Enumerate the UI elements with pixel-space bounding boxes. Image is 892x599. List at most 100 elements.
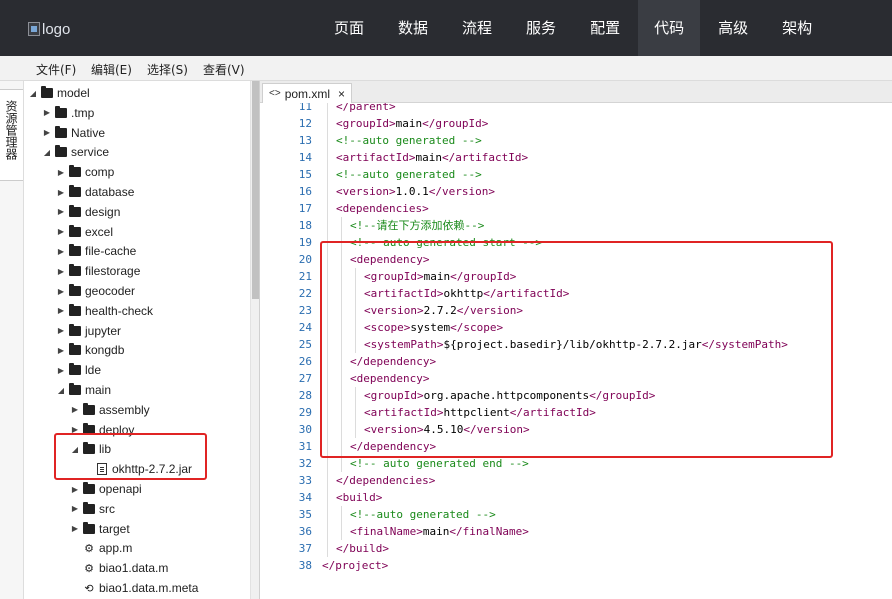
menu-view[interactable]: 查看(V) xyxy=(203,61,245,78)
collapse-right-icon[interactable]: ▶ xyxy=(70,504,80,514)
tree-item[interactable]: ▶ Native xyxy=(24,123,250,143)
tab-label: pom.xml xyxy=(284,86,331,101)
code-line: 36 <finalName>main</finalName> xyxy=(260,523,892,540)
tree-item[interactable]: ▶ design xyxy=(24,202,250,222)
menu-select[interactable]: 选择(S) xyxy=(147,61,188,78)
collapse-right-icon[interactable]: ▶ xyxy=(42,108,52,118)
side-tab-bar: 资源管理器 xyxy=(0,81,24,599)
tree-item[interactable]: ▶ lde xyxy=(24,360,250,380)
collapse-right-icon[interactable]: ▶ xyxy=(56,207,66,217)
indent-guide xyxy=(327,472,328,489)
nav-item-4[interactable]: 配置 xyxy=(574,0,636,56)
collapse-right-icon[interactable]: ▶ xyxy=(70,405,80,415)
logo[interactable]: logo xyxy=(28,20,70,38)
code-line: 34 <build> xyxy=(260,489,892,506)
tree-item[interactable]: ◢ main xyxy=(24,380,250,400)
code-text: <groupId>main</groupId> xyxy=(336,115,488,132)
line-number: 21 xyxy=(298,270,312,283)
tree-item[interactable]: ⚙ app.m xyxy=(24,538,250,558)
indent-guide xyxy=(327,523,328,540)
tree-item[interactable]: ◢ service xyxy=(24,142,250,162)
nav-item-6[interactable]: 高级 xyxy=(702,0,764,56)
collapse-right-icon[interactable]: ▶ xyxy=(56,326,66,336)
code-line: 11 </parent> xyxy=(260,103,892,115)
nav-item-2[interactable]: 流程 xyxy=(446,0,508,56)
code-text: <!--auto generated --> xyxy=(336,166,482,183)
nav-item-5[interactable]: 代码 xyxy=(638,0,701,56)
tree-item[interactable]: ▶ filestorage xyxy=(24,261,250,281)
collapse-right-icon[interactable]: ▶ xyxy=(56,306,66,316)
nav-item-3[interactable]: 服务 xyxy=(510,0,572,56)
tree-item-label: database xyxy=(85,185,135,199)
nav-item-0[interactable]: 页面 xyxy=(318,0,380,56)
collapse-right-icon[interactable]: ▶ xyxy=(56,365,66,375)
indent-guide xyxy=(327,183,328,200)
tree-scrollbar[interactable] xyxy=(250,81,259,599)
tree-item[interactable]: ▶ assembly xyxy=(24,400,250,420)
code-icon: <> xyxy=(269,88,281,99)
folder-icon xyxy=(41,86,53,98)
tree-item[interactable]: ▶ openapi xyxy=(24,479,250,499)
tree-item[interactable]: ▶ database xyxy=(24,182,250,202)
tree-item[interactable]: ▶ health-check xyxy=(24,301,250,321)
code-line: 33 </dependencies> xyxy=(260,472,892,489)
collapse-right-icon[interactable]: ▶ xyxy=(56,286,66,296)
tree-scrollbar-thumb[interactable] xyxy=(252,81,259,299)
collapse-right-icon[interactable]: ▶ xyxy=(56,167,66,177)
tree-item[interactable]: ▶ file-cache xyxy=(24,241,250,261)
folder-icon xyxy=(69,363,81,376)
collapse-right-icon[interactable]: ▶ xyxy=(70,524,80,534)
tree-item-label: service xyxy=(71,145,110,160)
tree-item[interactable]: ▶ geocoder xyxy=(24,281,250,301)
code-line: 38 </project> xyxy=(260,557,892,574)
tree-item-label: comp xyxy=(85,165,115,180)
tree-item[interactable]: ▶ target xyxy=(24,519,250,539)
code-line: 35 <!--auto generated --> xyxy=(260,506,892,523)
nav-item-1[interactable]: 数据 xyxy=(382,0,444,56)
tree-item[interactable]: ⚙ biao1.data.m xyxy=(24,558,250,578)
collapse-right-icon[interactable]: ▶ xyxy=(56,246,66,256)
collapse-right-icon[interactable]: ▶ xyxy=(56,266,66,276)
code-line: 37 </build> xyxy=(260,540,892,557)
expand-down-icon[interactable]: ◢ xyxy=(28,88,38,98)
tree-item[interactable]: ▶ src xyxy=(24,499,250,519)
close-icon[interactable]: × xyxy=(338,87,345,101)
folder-icon xyxy=(69,343,81,356)
collapse-right-icon[interactable]: ▶ xyxy=(56,345,66,355)
tree-item[interactable]: ▶ kongdb xyxy=(24,340,250,360)
tree-item-label: health-check xyxy=(85,303,154,318)
line-number: 14 xyxy=(298,151,312,164)
collapse-right-icon[interactable]: ▶ xyxy=(56,227,66,237)
xml-text: main xyxy=(395,117,423,130)
line-number: 36 xyxy=(298,525,312,538)
tab-pom-xml[interactable]: <> pom.xml × xyxy=(262,83,353,103)
indent-guide xyxy=(327,506,328,523)
tree-item-label: biao1.data.m.meta xyxy=(99,581,199,595)
tree-item[interactable]: ▶ comp xyxy=(24,162,250,182)
xml-tag: <build> xyxy=(336,491,383,504)
tree-item-label: filestorage xyxy=(85,264,141,279)
tree-item[interactable]: ◢ model xyxy=(24,83,250,103)
explorer-tab[interactable]: 资源管理器 xyxy=(0,89,23,181)
line-number: 22 xyxy=(298,287,312,300)
menu-edit[interactable]: 编辑(E) xyxy=(91,61,132,78)
collapse-right-icon[interactable]: ▶ xyxy=(42,128,52,138)
expand-down-icon[interactable]: ◢ xyxy=(42,147,52,157)
collapse-right-icon[interactable]: ▶ xyxy=(56,187,66,197)
tree-item[interactable]: ▶ jupyter xyxy=(24,321,250,341)
code-line: 12 <groupId>main</groupId> xyxy=(260,115,892,132)
collapse-right-icon[interactable]: ▶ xyxy=(70,484,80,494)
top-navbar: logo 页面 数据 流程 服务 配置 代码 高级 架构 xyxy=(0,0,892,56)
nav-item-7[interactable]: 架构 xyxy=(766,0,828,56)
tree-item[interactable]: ▶ .tmp xyxy=(24,103,250,123)
folder-icon xyxy=(55,105,67,118)
line-number: 24 xyxy=(298,321,312,334)
tree-item[interactable]: ⟲ biao1.data.m.meta xyxy=(24,578,250,598)
tree-item-label: main xyxy=(85,383,112,397)
menu-file[interactable]: 文件(F) xyxy=(36,61,76,78)
expand-down-icon[interactable]: ◢ xyxy=(56,385,66,395)
editor-tab-bar: <> pom.xml × xyxy=(260,81,892,103)
code-text: </dependencies> xyxy=(336,472,435,489)
tree-item[interactable]: ▶ excel xyxy=(24,222,250,242)
code-line: 17 <dependencies> xyxy=(260,200,892,217)
